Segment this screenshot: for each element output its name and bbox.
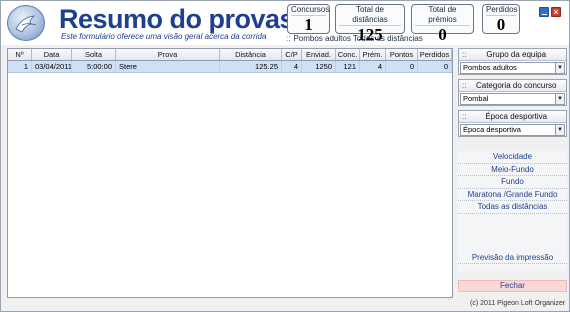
link-maratona[interactable]: Maratona /Grande Fundo [458, 189, 567, 201]
col-header-data[interactable]: Data [32, 49, 72, 60]
app-window: Resumo do provas Este formulário oferece… [0, 0, 570, 312]
panel-epoca-title-text: Época desportiva [485, 112, 548, 121]
stat-concursos-value: 1 [304, 15, 313, 34]
stat-total-premios-label: Total de prémios [415, 5, 470, 26]
panel-grupo-title: :: Grupo da equipa [459, 49, 566, 61]
grip-icon: :: [462, 81, 467, 90]
distance-links: Velocidade Meio-Fundo Fundo Maratona /Gr… [458, 151, 567, 271]
close-icon[interactable]: × [551, 7, 561, 17]
link-fundo[interactable]: Fundo [458, 176, 567, 189]
side-panel: :: Grupo da equipa Pombos adultos ▼ :: Cate… [458, 47, 567, 297]
results-grid[interactable]: Nº Data Solta Prova Distância C/P Enviad… [7, 48, 453, 298]
cell-cp[interactable]: 4 [282, 61, 302, 72]
cell-perdidos[interactable]: 0 [418, 61, 452, 72]
stat-perdidos-value: 0 [496, 15, 506, 34]
page-subtitle: Este formulário oferece uma visão geral … [61, 32, 267, 41]
pigeon-logo-icon [7, 5, 45, 41]
grupo-select-value: Pombos adultos [463, 63, 517, 72]
categoria-select[interactable]: Pombal ▼ [460, 93, 565, 105]
chevron-down-icon[interactable]: ▼ [555, 63, 564, 73]
grip-icon: :: [462, 112, 467, 121]
cell-prova[interactable]: Stere [116, 61, 220, 72]
link-velocidade[interactable]: Velocidade [458, 151, 567, 164]
cell-numero[interactable]: 1 [8, 61, 32, 72]
col-header-prova[interactable]: Prova [116, 49, 220, 60]
table-row[interactable]: 1 03/04/2011 5:00:00 Stere 125.25 4 1250… [8, 61, 452, 73]
col-header-perdidos[interactable]: Perdidos [418, 49, 452, 60]
panel-categoria: :: Categoria do concurso Pombal ▼ [458, 79, 567, 106]
filter-caption: :: Pombos adultos Todas as distâncias [286, 34, 423, 43]
stat-total-premios: Total de prémios 0 [411, 4, 474, 44]
panel-epoca-title: :: Época desportiva [459, 111, 566, 123]
cell-data[interactable]: 03/04/2011 [32, 61, 72, 72]
footer-copyright: (c) 2011 Pigeon Loft Organizer [470, 300, 566, 307]
grid-header: Nº Data Solta Prova Distância C/P Enviad… [8, 49, 452, 61]
col-header-distancia[interactable]: Distância [220, 49, 282, 60]
header: Resumo do provas Este formulário oferece… [1, 1, 569, 45]
epoca-select-value: Época desportiva [463, 125, 521, 134]
col-header-enviad[interactable]: Enviad. [302, 49, 336, 60]
cell-pontos[interactable]: 0 [386, 61, 418, 72]
panel-grupo: :: Grupo da equipa Pombos adultos ▼ [458, 48, 567, 75]
resize-grip-icon[interactable]: ⋰ [448, 295, 456, 301]
grip-icon: :: [286, 34, 291, 43]
links-spacer [458, 214, 567, 252]
cell-conc[interactable]: 121 [336, 61, 360, 72]
panel-categoria-title-text: Categoria do concurso [475, 81, 557, 90]
panel-epoca: :: Época desportiva Época desportiva ▼ [458, 110, 567, 137]
cell-distancia[interactable]: 125.25 [220, 61, 282, 72]
epoca-select[interactable]: Época desportiva ▼ [460, 124, 565, 136]
minimize-icon[interactable] [539, 7, 549, 17]
filter-caption-text: Pombos adultos Todas as distâncias [293, 34, 423, 43]
categoria-select-value: Pombal [463, 94, 489, 103]
link-meio-fundo[interactable]: Meio-Fundo [458, 164, 567, 176]
col-header-conc[interactable]: Conc. [336, 49, 360, 60]
col-header-cp[interactable]: C/P [282, 49, 302, 60]
cell-prem[interactable]: 4 [360, 61, 386, 72]
chevron-down-icon[interactable]: ▼ [555, 94, 564, 104]
stat-perdidos: Perdidos 0 [482, 4, 520, 34]
print-preview-button[interactable]: Previsão da impressão [458, 252, 567, 264]
panel-categoria-title: :: Categoria do concurso [459, 80, 566, 92]
stat-total-distancias: Total de distâncias 125 [335, 4, 405, 44]
col-header-prem[interactable]: Prém. [360, 49, 386, 60]
page-title: Resumo do provas [59, 4, 295, 34]
col-header-pontos[interactable]: Pontos [386, 49, 418, 60]
grupo-select[interactable]: Pombos adultos ▼ [460, 62, 565, 74]
chevron-down-icon[interactable]: ▼ [555, 125, 564, 135]
grip-icon: :: [462, 50, 467, 59]
col-header-numero[interactable]: Nº [8, 49, 32, 60]
stat-concursos: Concursos 1 [287, 4, 330, 34]
close-button[interactable]: Fechar [458, 280, 567, 292]
link-todas-distancias[interactable]: Todas as distâncias [458, 201, 567, 214]
col-header-solta[interactable]: Solta [72, 49, 116, 60]
cell-solta[interactable]: 5:00:00 [72, 61, 116, 72]
cell-enviad[interactable]: 1250 [302, 61, 336, 72]
stat-total-distancias-label: Total de distâncias [339, 5, 401, 26]
panel-grupo-title-text: Grupo da equipa [486, 50, 547, 59]
